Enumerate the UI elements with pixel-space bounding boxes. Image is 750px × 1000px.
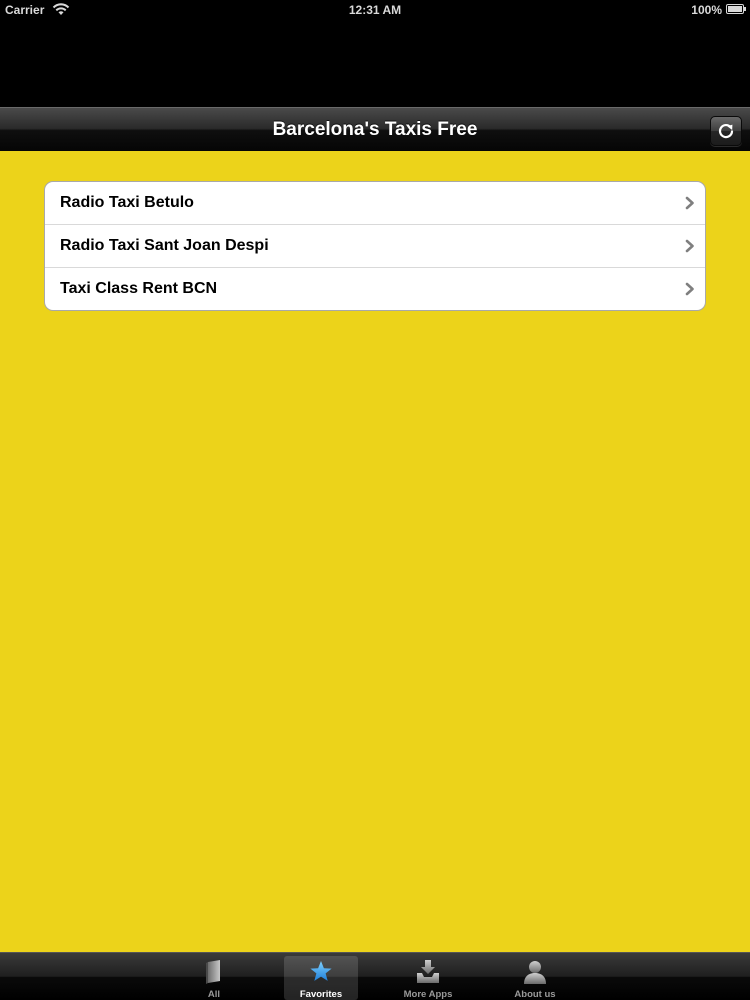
- list-item[interactable]: Radio Taxi Betulo: [45, 182, 705, 225]
- tab-label: Favorites: [299, 989, 343, 1000]
- main-content: Radio Taxi Betulo Radio Taxi Sant Joan D…: [0, 151, 750, 952]
- list-item[interactable]: Radio Taxi Sant Joan Despi: [45, 225, 705, 268]
- navigation-bar: Barcelona's Taxis Free: [0, 107, 750, 151]
- status-time: 12:31 AM: [348, 3, 402, 17]
- tab-about-us[interactable]: About us: [498, 956, 572, 1000]
- tab-more-apps[interactable]: More Apps: [391, 956, 465, 1000]
- tab-bar: All Favorites More Apps About us: [0, 952, 750, 1000]
- status-bar: Carrier 12:31 AM 100%: [0, 0, 750, 20]
- chevron-right-icon: [685, 282, 694, 296]
- refresh-icon: [718, 124, 734, 139]
- chevron-right-icon: [685, 239, 694, 253]
- chevron-right-icon: [685, 196, 694, 210]
- list-item[interactable]: Taxi Class Rent BCN: [45, 268, 705, 310]
- refresh-button[interactable]: [710, 116, 742, 146]
- tab-label: More Apps: [403, 989, 453, 1000]
- download-tray-icon: [417, 960, 439, 983]
- top-letterbox: [0, 20, 750, 107]
- battery-percentage: 100%: [691, 3, 722, 17]
- list-item-label: Radio Taxi Sant Joan Despi: [60, 237, 269, 254]
- tab-all[interactable]: All: [177, 956, 251, 1000]
- taxi-list: Radio Taxi Betulo Radio Taxi Sant Joan D…: [44, 181, 706, 311]
- person-icon: [524, 961, 546, 984]
- battery-icon: [726, 4, 746, 14]
- star-icon: [310, 961, 332, 981]
- list-item-label: Taxi Class Rent BCN: [60, 280, 218, 297]
- tab-label: About us: [514, 989, 556, 1000]
- page-title: Barcelona's Taxis Free: [272, 119, 478, 140]
- list-item-label: Radio Taxi Betulo: [60, 194, 194, 211]
- tab-label: All: [207, 989, 221, 1000]
- tab-favorites[interactable]: Favorites: [284, 956, 358, 1000]
- book-icon: [206, 960, 220, 984]
